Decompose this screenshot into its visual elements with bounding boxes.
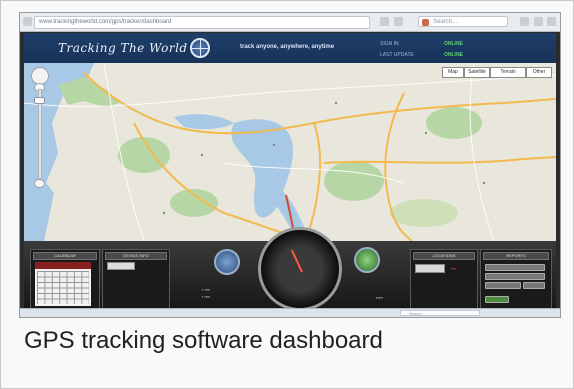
menu-icon[interactable] [547,17,556,26]
site-header: Tracking The World track anyone, anywher… [24,33,556,63]
locations-panel: LOCATIONS ▪▪▪▪ [410,249,478,313]
dashboard-screenshot: www.trackingtheworld.com/gps/tracker/das… [19,12,561,318]
reports-title: REPORTS [483,252,549,260]
battery-icon[interactable] [354,247,380,273]
device-select[interactable] [107,262,135,270]
search-icon [422,19,429,26]
status-search-input[interactable]: Search... [400,310,480,316]
browser-status-bar: Search... [20,308,560,317]
speedometer-needle [290,249,303,273]
status-value-1: ONLINE [444,41,463,47]
map-type-satellite-button[interactable]: Satellite [464,67,490,78]
dashboard-label-3: ▪▪▪▪▪ [376,295,384,300]
report-button-2[interactable] [485,273,545,280]
search-placeholder: Search... [433,19,458,25]
calendar-header [35,262,91,269]
map-type-other-button[interactable]: Other [526,67,552,78]
status-value-2: ONLINE [444,52,463,58]
site-logo[interactable]: Tracking The World [58,41,188,55]
calendar-grid[interactable] [37,271,89,304]
address-bar[interactable]: www.trackingtheworld.com/gps/tracker/das… [34,16,370,29]
reports-panel: REPORTS [480,249,552,313]
image-caption: GPS tracking software dashboard [24,327,383,354]
refresh-icon[interactable] [380,17,389,26]
sign-in-label: SIGN IN [380,41,399,47]
locations-title: LOCATIONS [413,252,475,260]
home-icon[interactable] [534,17,543,26]
zoom-out-icon[interactable] [34,179,45,188]
compass-icon[interactable] [214,249,240,275]
calendar-panel: CALENDAR [30,249,100,313]
report-go-button[interactable] [485,296,509,303]
dashboard-label-2: ▪ ▪▪▪▪ [202,294,211,299]
thumbnail-frame: www.trackingtheworld.com/gps/tracker/das… [0,0,574,389]
zoom-slider-handle[interactable] [34,97,45,104]
map-view[interactable]: Map Satellite Terrain Other [24,63,556,241]
browser-search-input[interactable]: Search... [418,16,508,27]
report-button-1[interactable] [485,264,545,271]
map-graphic [24,63,556,241]
globe-icon [190,38,210,58]
map-type-terrain-button[interactable]: Terrain [490,67,526,78]
calendar-title: CALENDAR [33,252,97,260]
location-status: ▪▪▪▪ [451,266,457,271]
stop-icon[interactable] [394,17,403,26]
tagline: track anyone, anywhere, anytime [240,44,335,50]
speedometer-gauge [258,227,342,311]
map-type-map-button[interactable]: Map [442,67,464,78]
device-info-title: DEVICE INFO [105,252,167,260]
location-select[interactable] [415,264,445,273]
browser-toolbar: www.trackingtheworld.com/gps/tracker/das… [20,13,560,32]
back-icon[interactable] [23,17,32,26]
device-info-panel: DEVICE INFO [102,249,170,313]
report-button-3[interactable] [485,282,521,289]
report-button-4[interactable] [523,282,545,289]
calendar-widget[interactable] [35,262,91,306]
last-update-label: LAST UPDATE [380,52,414,58]
bookmark-icon[interactable] [520,17,529,26]
dashboard-panel: CALENDAR DEVICE INFO ▪ ▪▪▪▪ ▪ ▪▪▪▪ ▪▪▪▪▪… [24,227,556,313]
dashboard-label-1: ▪ ▪▪▪▪ [202,287,211,292]
